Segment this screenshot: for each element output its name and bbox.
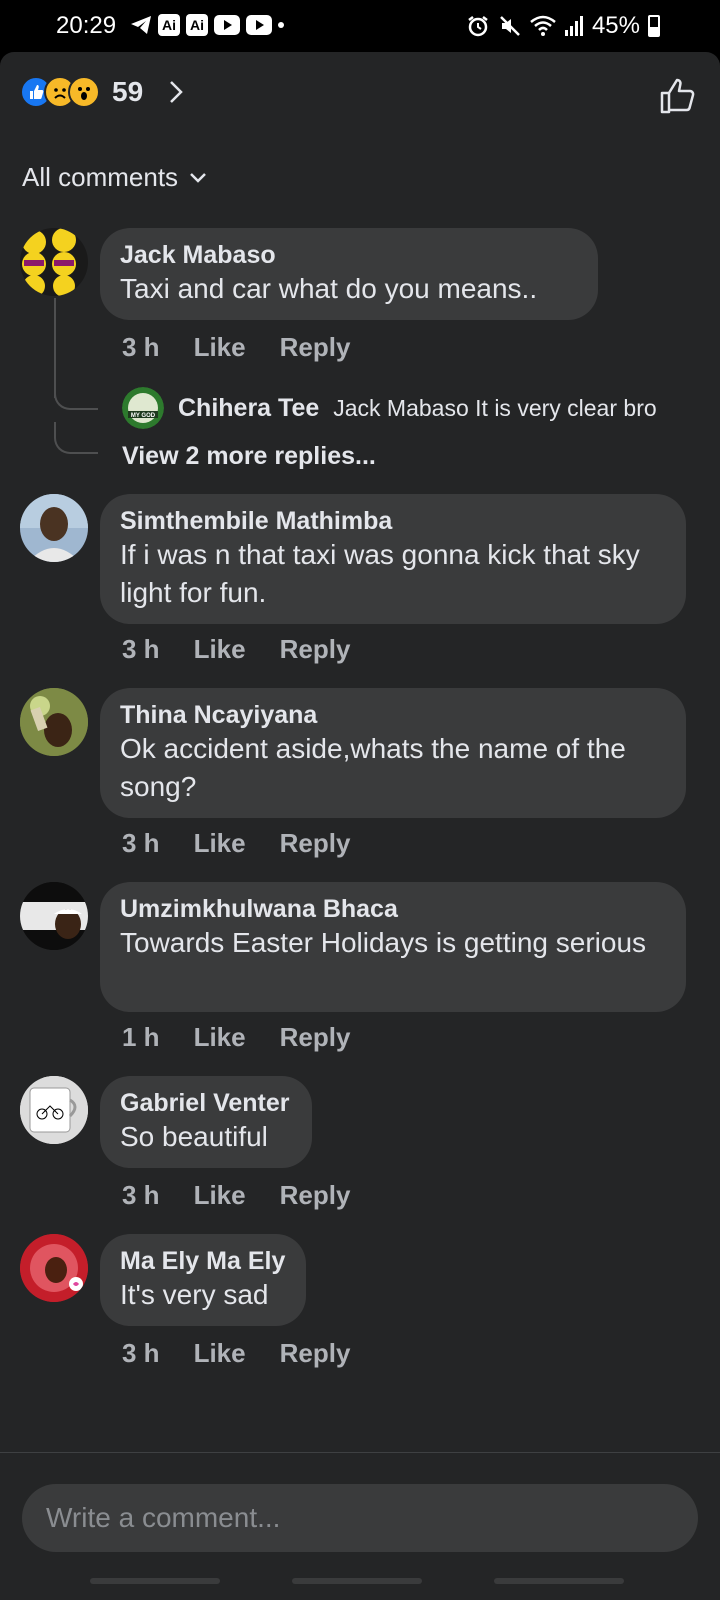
reply-button[interactable]: Reply bbox=[280, 634, 351, 665]
thread-branch bbox=[54, 372, 98, 410]
reply-text: Jack Mabaso It is very clear bro bbox=[333, 394, 657, 421]
alarm-icon bbox=[468, 16, 488, 37]
reply-avatar[interactable]: MY GOD bbox=[122, 387, 164, 429]
view-more-replies-link[interactable]: View 2 more replies... bbox=[122, 442, 376, 471]
comment-text: It's very sad bbox=[120, 1279, 269, 1310]
wow-reaction-icon bbox=[68, 76, 100, 108]
reaction-count: 59 bbox=[112, 76, 144, 107]
youtube-icon-2 bbox=[246, 15, 272, 35]
comment-actions: 3 h Like Reply bbox=[122, 332, 350, 363]
comment-author[interactable]: Simthembile Mathimba bbox=[120, 506, 666, 536]
comment-text: Ok accident aside,whats the name of the … bbox=[120, 733, 626, 802]
comment-input[interactable] bbox=[44, 1501, 648, 1535]
divider bbox=[0, 1452, 720, 1453]
comment-time: 3 h bbox=[122, 1180, 160, 1210]
comments-panel: 59 All comments Jack Mabaso Taxi and car… bbox=[0, 52, 720, 1600]
status-right: 45% bbox=[466, 12, 660, 40]
like-button[interactable]: Like bbox=[194, 1022, 246, 1053]
comment-actions: 3 h Like Reply bbox=[122, 1180, 350, 1211]
avatar[interactable] bbox=[20, 882, 88, 950]
like-button[interactable]: Like bbox=[194, 1180, 246, 1211]
comment-author[interactable]: Jack Mabaso bbox=[120, 240, 578, 270]
avatar[interactable] bbox=[20, 1076, 88, 1144]
comment-actions: 3 h Like Reply bbox=[122, 828, 350, 859]
reply-author[interactable]: Chihera Tee bbox=[178, 394, 319, 423]
comment-author[interactable]: Gabriel Venter bbox=[120, 1088, 292, 1118]
reply-preview[interactable]: MY GOD Chihera Tee Jack Mabaso It is ver… bbox=[122, 387, 657, 429]
reactions-summary[interactable]: 59 bbox=[20, 76, 189, 108]
comment-text: If i was n that taxi was gonna kick that… bbox=[120, 539, 640, 608]
sort-label: All comments bbox=[22, 162, 179, 192]
nav-home-handle[interactable] bbox=[292, 1578, 422, 1584]
thread-branch bbox=[54, 422, 98, 454]
comment-actions: 1 h Like Reply bbox=[122, 1022, 350, 1053]
comment-author[interactable]: Thina Ncayiyana bbox=[120, 700, 666, 730]
comment-bubble[interactable]: Thina Ncayiyana Ok accident aside,whats … bbox=[100, 688, 686, 818]
nav-recents-handle[interactable] bbox=[494, 1578, 624, 1584]
battery-percent: 45% bbox=[591, 12, 640, 39]
svg-text:MY GOD: MY GOD bbox=[131, 413, 156, 419]
comment-text: So beautiful bbox=[120, 1121, 268, 1152]
notification-icons: Ai Ai bbox=[130, 14, 284, 36]
comment-author[interactable]: Umzimkhulwana Bhaca bbox=[120, 894, 666, 924]
comment-actions: 3 h Like Reply bbox=[122, 1338, 350, 1369]
reply-button[interactable]: Reply bbox=[280, 1022, 351, 1053]
ai-app-icon-2: Ai bbox=[186, 14, 208, 36]
chevron-right-icon bbox=[170, 81, 183, 103]
wifi-icon bbox=[530, 15, 556, 36]
ai-app-icon: Ai bbox=[158, 14, 180, 36]
comment-text: Taxi and car what do you means.. bbox=[120, 273, 538, 304]
avatar[interactable] bbox=[20, 1234, 88, 1302]
comment-time: 3 h bbox=[122, 828, 160, 858]
status-bar: 20:29 Ai Ai 45% bbox=[0, 0, 720, 52]
comment-sort-dropdown[interactable]: All comments bbox=[22, 162, 208, 193]
comment-bubble[interactable]: Ma Ely Ma Ely It's very sad bbox=[100, 1234, 306, 1326]
comment-composer[interactable] bbox=[22, 1484, 698, 1552]
comment-text: Towards Easter Holidays is getting serio… bbox=[120, 927, 647, 958]
comment-time: 3 h bbox=[122, 332, 160, 362]
like-button[interactable]: Like bbox=[194, 634, 246, 665]
chevron-down-icon bbox=[190, 172, 206, 183]
comment-bubble[interactable]: Gabriel Venter So beautiful bbox=[100, 1076, 312, 1168]
comment-actions: 3 h Like Reply bbox=[122, 634, 350, 665]
status-time: 20:29 bbox=[56, 12, 117, 39]
avatar[interactable] bbox=[20, 494, 88, 562]
avatar[interactable] bbox=[20, 688, 88, 756]
reply-button[interactable]: Reply bbox=[280, 1338, 351, 1369]
reply-button[interactable]: Reply bbox=[280, 1180, 351, 1211]
youtube-icon bbox=[214, 15, 240, 35]
comment-bubble[interactable]: Jack Mabaso Taxi and car what do you mea… bbox=[100, 228, 598, 320]
like-post-icon[interactable] bbox=[658, 76, 698, 116]
comment-time: 3 h bbox=[122, 1338, 160, 1368]
signal-icon bbox=[564, 16, 583, 36]
comment-time: 3 h bbox=[122, 634, 160, 664]
nav-back-handle[interactable] bbox=[90, 1578, 220, 1584]
like-button[interactable]: Like bbox=[194, 828, 246, 859]
like-button[interactable]: Like bbox=[194, 1338, 246, 1369]
comment-bubble[interactable]: Umzimkhulwana Bhaca Towards Easter Holid… bbox=[100, 882, 686, 1012]
comment-author[interactable]: Ma Ely Ma Ely bbox=[120, 1246, 286, 1276]
reply-button[interactable]: Reply bbox=[280, 828, 351, 859]
telegram-icon bbox=[131, 16, 151, 34]
comment-bubble[interactable]: Simthembile Mathimba If i was n that tax… bbox=[100, 494, 686, 624]
avatar[interactable] bbox=[20, 228, 88, 296]
comment-time: 1 h bbox=[122, 1022, 160, 1052]
reply-button[interactable]: Reply bbox=[280, 332, 351, 363]
mute-icon bbox=[500, 16, 520, 36]
like-button[interactable]: Like bbox=[194, 332, 246, 363]
more-notifications-dot bbox=[278, 22, 284, 28]
battery-icon bbox=[648, 15, 660, 37]
